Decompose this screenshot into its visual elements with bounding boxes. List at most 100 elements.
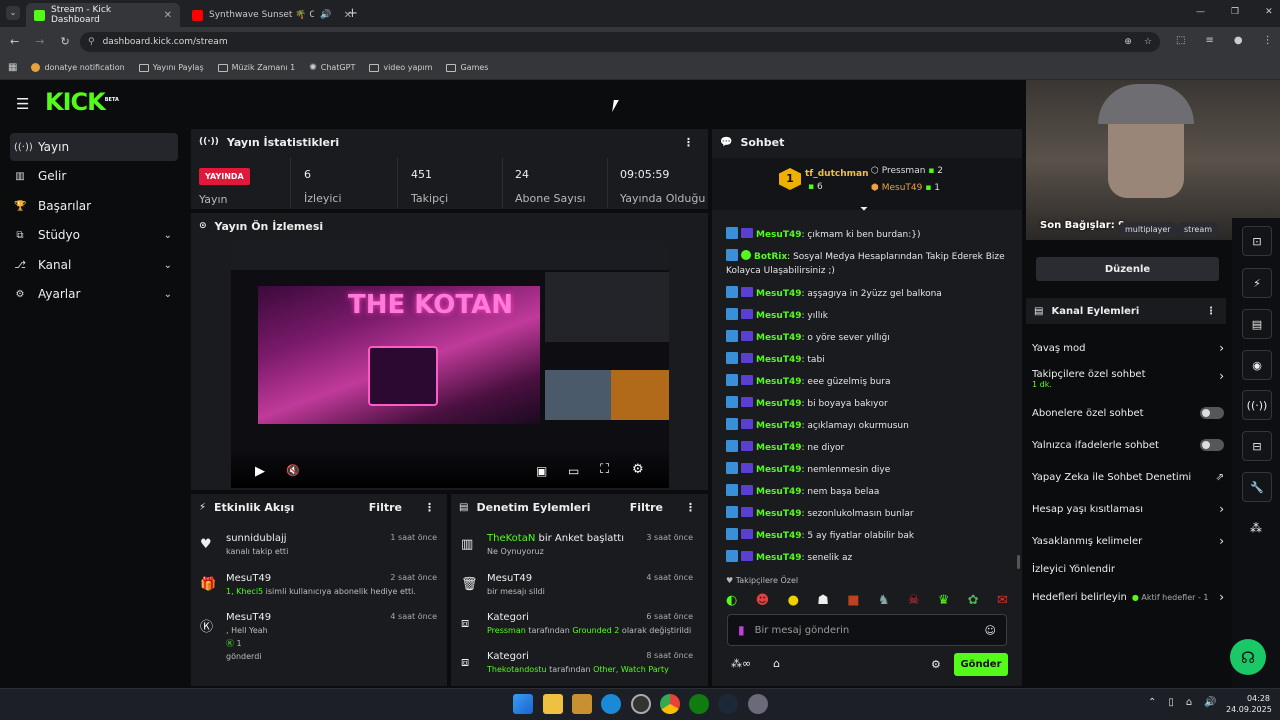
media-icon[interactable]: ≡ — [1205, 35, 1213, 46]
emote-icon[interactable]: ✉ — [997, 593, 1008, 608]
settings-gear-icon[interactable] — [748, 694, 768, 714]
extensions-icon[interactable]: ⬚ — [1176, 35, 1185, 46]
subscribers-only-toggle[interactable] — [1200, 407, 1224, 419]
emote-icon[interactable]: ◐ — [726, 593, 737, 608]
volume-icon[interactable]: 🔊 — [1204, 697, 1216, 708]
new-tab-icon[interactable]: + — [347, 6, 358, 21]
menu-dots-icon[interactable]: ⋮ — [1263, 35, 1273, 46]
profile-avatar-icon[interactable]: ● — [1234, 35, 1243, 46]
apps-grid-icon[interactable]: ▦ — [8, 62, 17, 73]
moderation-filter-button[interactable]: Filtre — [630, 501, 663, 514]
leader-row[interactable]: ⬡ Pressman ▪ 2 — [871, 166, 943, 176]
bookmark-star-icon[interactable]: ☆ — [1144, 37, 1152, 47]
action-ai-moderation[interactable]: Yapay Zeka ile Sohbet Denetimi ⇗ — [1032, 467, 1224, 487]
sidebar-item-gelir[interactable]: ▥ Gelir — [10, 162, 178, 190]
fullscreen-icon[interactable]: ⛶ — [600, 462, 609, 477]
speaker-icon[interactable]: 🔊 — [320, 10, 331, 20]
tab-youtube[interactable]: Synthwave Sunset 🌴 Oyun 🔊 ✕ — [184, 3, 360, 27]
activity-filter-button[interactable]: Filtre — [369, 501, 402, 514]
more-options-icon[interactable]: ⋮ — [683, 136, 694, 149]
bookmark-item[interactable]: donatye notification — [31, 63, 125, 72]
windows-start-icon[interactable] — [513, 694, 533, 714]
send-button[interactable]: Gönder — [954, 653, 1008, 676]
bookmark-item[interactable]: Yayını Paylaş — [138, 63, 204, 72]
url-field[interactable]: ⚲ dashboard.kick.com/stream ⊕ ☆ — [80, 32, 1160, 52]
emote-icon[interactable]: ● — [788, 593, 799, 608]
microphone-icon[interactable]: ▮ — [738, 623, 745, 637]
maximize-icon[interactable]: ❐ — [1231, 7, 1239, 17]
lightning-icon[interactable]: ⚡ — [1242, 268, 1272, 298]
sidebar-item-studyo[interactable]: ⧉ Stüdyo ⌄ — [10, 221, 178, 249]
network-icon[interactable]: ⌂ — [1186, 697, 1192, 708]
kick-logo[interactable]: KICKBETA — [45, 88, 119, 116]
action-set-goals[interactable]: Hedefleri belirleyin ● Aktif hedefler - 1… — [1032, 587, 1224, 607]
more-options-icon[interactable]: ⋮ — [424, 501, 435, 514]
action-redirect-viewers[interactable]: İzleyici Yönlendir — [1032, 559, 1224, 579]
store-icon[interactable]: ⌂ — [773, 657, 780, 670]
leader-row[interactable]: ⬢ MesuT49 ▪ 1 — [871, 183, 940, 193]
emote-icon[interactable]: ■ — [847, 593, 859, 608]
pip-icon[interactable]: ▣ — [536, 464, 547, 478]
obs-icon[interactable] — [631, 694, 651, 714]
back-icon[interactable]: ← — [10, 35, 19, 48]
edge-icon[interactable] — [601, 694, 621, 714]
chat-scrollbar[interactable] — [1017, 555, 1020, 569]
edit-button[interactable]: Düzenle — [1036, 257, 1219, 281]
more-options-icon[interactable]: ⋮ — [1206, 306, 1216, 317]
leader-name[interactable]: tf_dutchman — [805, 169, 868, 179]
broadcast-icon[interactable]: ((·)) — [1242, 390, 1272, 420]
sidebar-item-yayin[interactable]: ((·)) Yayın — [10, 133, 178, 161]
play-icon[interactable]: ▶ — [255, 464, 265, 479]
mute-icon[interactable]: 🔇 — [286, 464, 300, 477]
emotes-only-toggle[interactable] — [1200, 439, 1224, 451]
xbox-icon[interactable] — [689, 694, 709, 714]
file-explorer-icon[interactable] — [543, 694, 563, 714]
hamburger-menu-icon[interactable]: ☰ — [16, 95, 29, 113]
coin-stack-icon[interactable]: ⁂∞ — [731, 657, 751, 670]
tab-kick-dashboard[interactable]: Stream - Kick Dashboard ✕ — [26, 3, 180, 27]
action-followers-only[interactable]: Takipçilere özel sohbet 1 dk. › — [1032, 369, 1224, 393]
tab-search-icon[interactable]: ⌄ — [6, 6, 20, 20]
minimize-icon[interactable]: — — [1196, 7, 1205, 17]
notes-icon[interactable]: ▤ — [1242, 309, 1272, 339]
wrench-icon[interactable]: 🔧 — [1242, 472, 1272, 502]
emoji-icon[interactable]: ☺ — [985, 624, 996, 637]
bookmark-item[interactable]: Müzik Zamanı 1 — [217, 63, 295, 72]
coins-icon[interactable]: ⁂ — [1250, 521, 1262, 535]
camera-focus-icon[interactable]: ⊡ — [1242, 226, 1272, 256]
bookmark-item[interactable]: Games — [446, 63, 488, 72]
action-banned-words[interactable]: Yasaklanmış kelimeler › — [1032, 531, 1224, 551]
layout-icon[interactable]: ⊟ — [1242, 431, 1272, 461]
zoom-icon[interactable]: ⊕ — [1124, 37, 1132, 47]
sidebar-item-ayarlar[interactable]: ⚙ Ayarlar ⌄ — [10, 280, 178, 308]
action-slow-mode[interactable]: Yavaş mod › — [1032, 338, 1224, 358]
site-info-icon[interactable]: ⚲ — [88, 37, 95, 47]
emote-icon[interactable]: ♛ — [938, 593, 950, 608]
tag-stream[interactable]: stream — [1177, 222, 1220, 237]
microphone-icon[interactable]: ▯ — [1168, 697, 1174, 708]
support-headset-icon[interactable]: ☊ — [1230, 639, 1266, 675]
close-tab-icon[interactable]: ✕ — [164, 10, 172, 21]
forward-icon[interactable]: → — [35, 35, 44, 48]
chat-bubble-icon[interactable]: ◉ — [1242, 350, 1272, 380]
preview-video[interactable]: THE KOTAN ▶ 🔇 ▣ ▭ ⛶ ⚙ — [231, 242, 669, 488]
chat-input[interactable]: ▮ Bir mesaj gönderin ☺ — [727, 614, 1007, 646]
tag-multiplayer[interactable]: multiplayer — [1118, 222, 1178, 237]
clock[interactable]: 04:28 24.09.2025 — [1226, 693, 1272, 715]
bookmark-item[interactable]: ✺ ChatGPT — [309, 63, 355, 73]
settings-gear-icon[interactable]: ⚙ — [632, 462, 644, 477]
theater-icon[interactable]: ▭ — [568, 464, 579, 478]
emote-icon[interactable]: ☠ — [908, 593, 920, 608]
steam-icon[interactable] — [718, 694, 738, 714]
tray-arrow-icon[interactable]: ⌃ — [1148, 697, 1156, 708]
emote-icon[interactable]: ☗ — [817, 593, 829, 608]
more-options-icon[interactable]: ⋮ — [685, 501, 696, 514]
action-account-age[interactable]: Hesap yaşı kısıtlaması › — [1032, 499, 1224, 519]
reload-icon[interactable]: ↻ — [60, 35, 69, 48]
emote-icon[interactable]: ♞ — [878, 593, 890, 608]
chat-settings-icon[interactable]: ⚙ — [931, 658, 941, 671]
collapse-arrow-icon[interactable]: ⏷ — [860, 204, 868, 215]
sidebar-item-kanal[interactable]: ⎇ Kanal ⌄ — [10, 251, 178, 279]
emote-icon[interactable]: ✿ — [968, 593, 979, 608]
media-player-icon[interactable] — [572, 694, 592, 714]
